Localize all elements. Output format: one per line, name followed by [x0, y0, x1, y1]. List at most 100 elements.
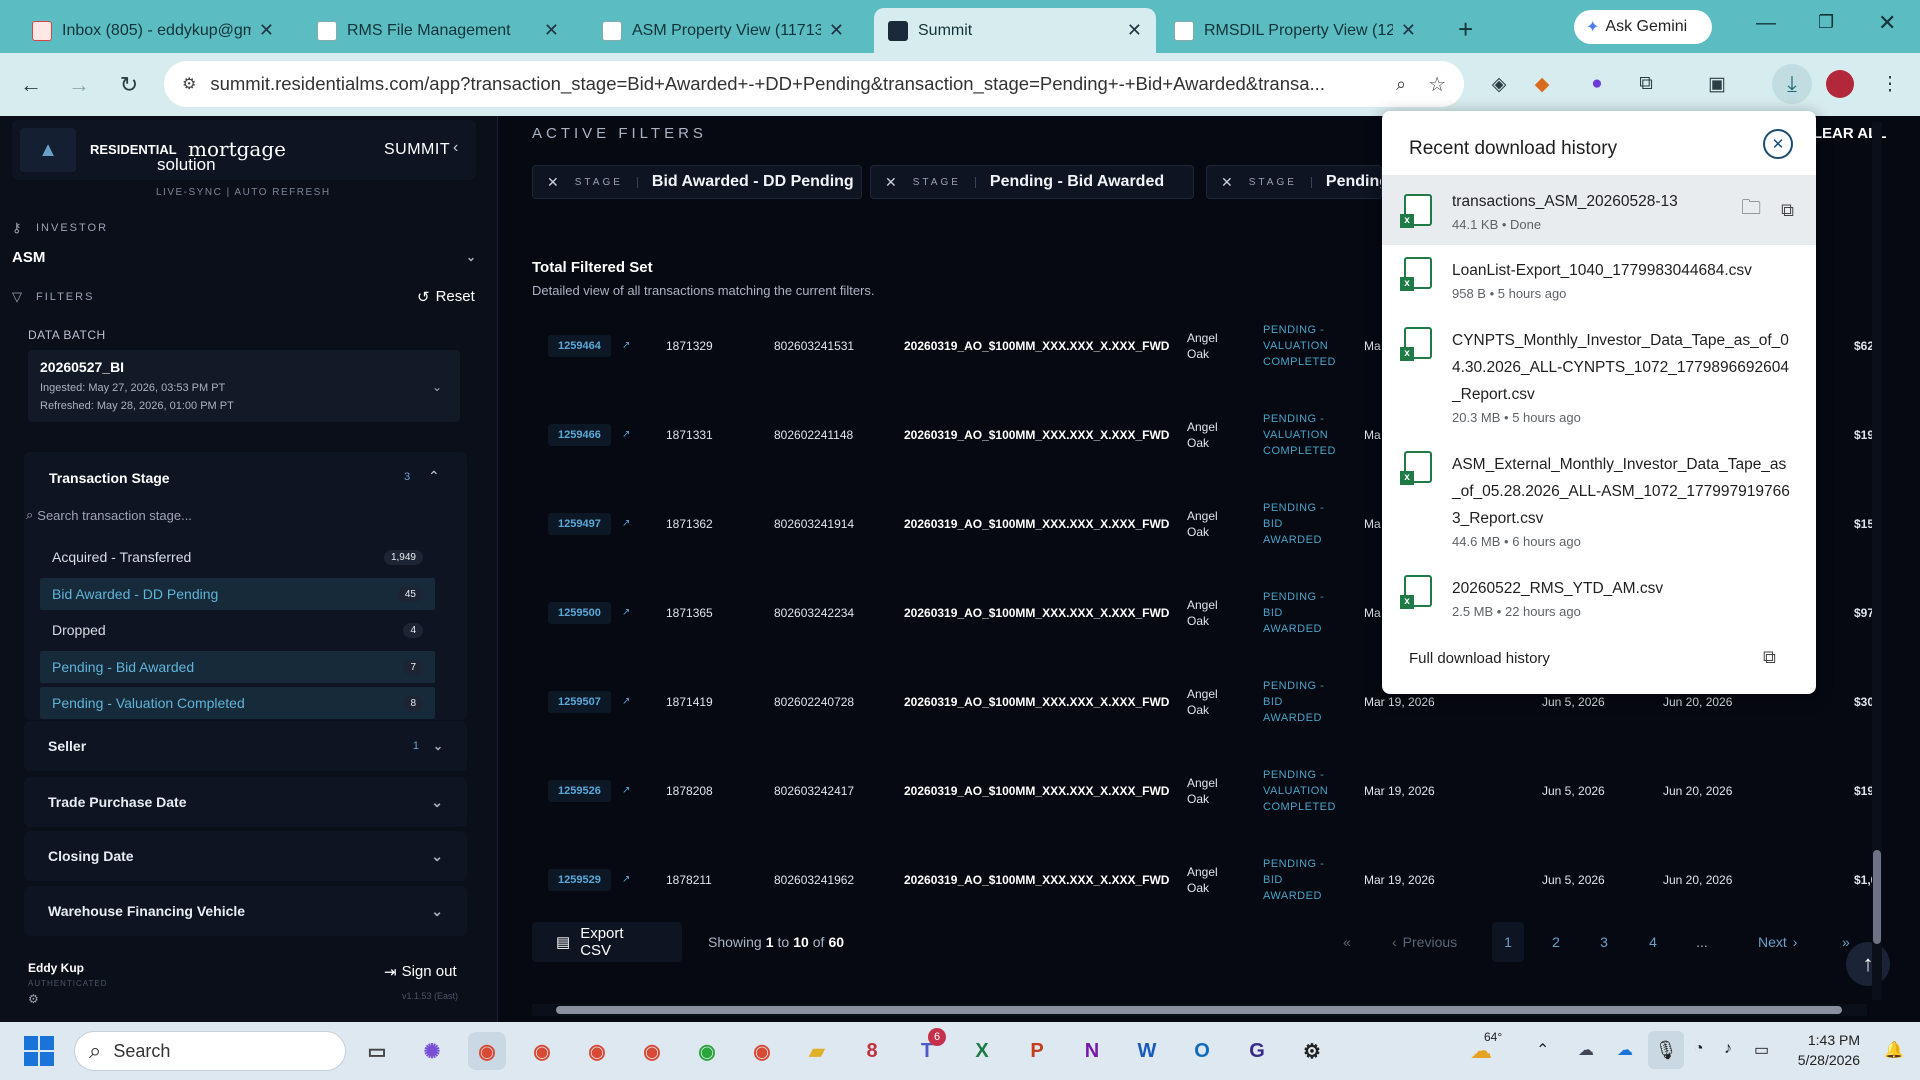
stage-item[interactable]: Dropped 4: [40, 614, 435, 646]
metamask-icon[interactable]: ◆: [1528, 70, 1556, 98]
close-icon[interactable]: ✕: [544, 20, 559, 41]
new-tab-icon[interactable]: +: [1458, 14, 1473, 45]
stage-item[interactable]: Acquired - Transferred 1,949: [40, 541, 435, 573]
wifi-icon[interactable]: ◔: [1694, 1040, 1704, 1058]
url-text[interactable]: summit.residentialms.com/app?transaction…: [210, 73, 1380, 95]
next-button[interactable]: Next ›: [1758, 934, 1797, 950]
download-item[interactable]: CYNPTS_Monthly_Investor_Data_Tape_as_of_…: [1382, 327, 1816, 441]
table-row[interactable]: 1259526 ↗ 1878208 802603242417 20260319_AO_$…: [532, 746, 1872, 835]
notifications-icon[interactable]: 🔔: [1884, 1040, 1904, 1060]
taskbar-search[interactable]: ⌕ Search: [74, 1031, 346, 1071]
filter-chip[interactable]: ✕ STAGE Bid Awarded - DD Pending: [532, 165, 862, 199]
cloud-icon[interactable]: ☁: [1578, 1040, 1594, 1060]
clock-time[interactable]: 1:43 PM: [1790, 1032, 1860, 1048]
external-link-icon[interactable]: ↗: [622, 518, 630, 529]
battery-icon[interactable]: ▭: [1754, 1040, 1769, 1060]
tab-gmail[interactable]: Inbox (805) - eddykup@gmail.com ✕: [18, 8, 288, 53]
chevron-up-icon[interactable]: ⌃: [1536, 1040, 1549, 1060]
previous-button[interactable]: ‹ Previous: [1392, 934, 1457, 950]
extensions-puzzle-icon[interactable]: ⧉: [1632, 70, 1660, 98]
trade-date-filter[interactable]: Trade Purchase Date ⌄: [24, 777, 467, 827]
close-icon[interactable]: ✕: [1127, 20, 1142, 41]
close-icon[interactable]: ✕: [1401, 20, 1416, 41]
page-button[interactable]: 2: [1540, 934, 1572, 950]
minimize-icon[interactable]: —: [1756, 12, 1776, 35]
stage-item[interactable]: Bid Awarded - DD Pending 45: [40, 578, 435, 610]
filter-chip[interactable]: ✕ STAGE Pending - Bid Awarded: [870, 165, 1194, 199]
open-external-icon[interactable]: ⧉: [1781, 200, 1794, 221]
download-item[interactable]: LoanList-Export_1040_1779983044684.csv 95…: [1382, 257, 1816, 317]
transaction-id-link[interactable]: 1259464: [548, 334, 611, 357]
download-item[interactable]: ASM_External_Monthly_Investor_Data_Tape_…: [1382, 451, 1816, 565]
extension-icon[interactable]: ●: [1583, 70, 1611, 98]
transaction-id-link[interactable]: 1259529: [548, 868, 611, 891]
tab-asm-property[interactable]: ASM Property View (1171329 ✕: [588, 8, 858, 53]
task-view-icon[interactable]: ▭: [358, 1032, 396, 1070]
table-row[interactable]: 1259529 ↗ 1878211 802603241962 20260319_AO_$…: [532, 835, 1872, 916]
chrome-icon[interactable]: ◉: [688, 1032, 726, 1070]
copilot-icon[interactable]: ✺: [413, 1032, 451, 1070]
site-info-icon[interactable]: ⚙: [182, 74, 196, 94]
external-link-icon[interactable]: ↗: [622, 785, 630, 796]
download-item[interactable]: 20260522_RMS_YTD_AM.csv 2.5 MB • 22 hours…: [1382, 575, 1816, 635]
word-icon[interactable]: W: [1128, 1032, 1166, 1070]
app-icon[interactable]: 8: [853, 1032, 891, 1070]
external-link-icon[interactable]: ↗: [622, 340, 630, 351]
export-csv-button[interactable]: ▤ Export CSV: [532, 922, 682, 962]
tab-search-icon[interactable]: ▣: [1703, 70, 1731, 98]
ask-gemini-button[interactable]: ✦ Ask Gemini: [1574, 10, 1712, 44]
onenote-icon[interactable]: N: [1073, 1032, 1111, 1070]
powerpoint-icon[interactable]: P: [1018, 1032, 1056, 1070]
horizontal-scroll-thumb[interactable]: [556, 1006, 1842, 1014]
scroll-top-button[interactable]: ↑: [1846, 942, 1890, 986]
close-window-icon[interactable]: ✕: [1878, 10, 1896, 36]
page-button[interactable]: 1: [1492, 922, 1524, 962]
bookmark-star-icon[interactable]: ☆: [1428, 72, 1446, 97]
file-explorer-icon[interactable]: ▰: [798, 1032, 836, 1070]
external-link-icon[interactable]: ↗: [622, 874, 630, 885]
chrome-icon[interactable]: ◉: [468, 1032, 506, 1070]
external-link-icon[interactable]: ↗: [622, 696, 630, 707]
open-external-icon[interactable]: ⧉: [1763, 647, 1776, 668]
transaction-id-link[interactable]: 1259526: [548, 779, 611, 802]
tab-rms-file[interactable]: RMS File Management ✕: [303, 8, 573, 53]
reset-button[interactable]: ↺ Reset: [417, 288, 475, 306]
chrome-icon[interactable]: ◉: [578, 1032, 616, 1070]
chrome-icon[interactable]: ◉: [743, 1032, 781, 1070]
stage-item[interactable]: Pending - Bid Awarded 7: [40, 651, 435, 683]
settings-icon[interactable]: ⚙: [1293, 1032, 1331, 1070]
menu-icon[interactable]: ⋮: [1876, 70, 1904, 98]
external-link-icon[interactable]: ↗: [622, 429, 630, 440]
back-icon[interactable]: ←: [14, 68, 48, 102]
vertical-scroll-thumb[interactable]: [1873, 850, 1881, 944]
remove-filter-icon[interactable]: ✕: [547, 174, 559, 191]
closing-date-filter[interactable]: Closing Date ⌄: [24, 831, 467, 881]
settings-icon[interactable]: ⚙: [28, 992, 39, 1006]
close-icon[interactable]: ✕: [829, 20, 844, 41]
first-page-icon[interactable]: «: [1343, 934, 1351, 950]
page-button[interactable]: 3: [1588, 934, 1620, 950]
chrome-icon[interactable]: ◉: [523, 1032, 561, 1070]
transaction-id-link[interactable]: 1259507: [548, 690, 611, 713]
restore-icon[interactable]: ❐: [1818, 12, 1834, 33]
tab-rmsdil-property[interactable]: RMSDIL Property View (1259 ✕: [1160, 8, 1430, 53]
seller-filter[interactable]: Seller 1 ⌄: [24, 721, 467, 771]
remove-filter-icon[interactable]: ✕: [1221, 174, 1233, 191]
sign-out-button[interactable]: ⇥ Sign out: [384, 963, 457, 981]
excel-icon[interactable]: X: [963, 1032, 1001, 1070]
warehouse-filter[interactable]: Warehouse Financing Vehicle ⌄: [24, 886, 467, 936]
onedrive-icon[interactable]: ☁: [1617, 1040, 1633, 1060]
extension-icon[interactable]: ◈: [1485, 70, 1513, 98]
outlook-icon[interactable]: O: [1183, 1032, 1221, 1070]
page-button[interactable]: 4: [1637, 934, 1669, 950]
microphone-icon[interactable]: 🎙: [1648, 1031, 1684, 1069]
transaction-id-link[interactable]: 1259466: [548, 423, 611, 446]
close-icon[interactable]: ✕: [1763, 129, 1793, 159]
stage-item[interactable]: Pending - Valuation Completed 8: [40, 687, 435, 719]
zoom-icon[interactable]: ⌕: [1396, 74, 1406, 95]
full-history-link[interactable]: Full download history: [1409, 650, 1550, 667]
app-icon[interactable]: G: [1238, 1032, 1276, 1070]
transaction-id-link[interactable]: 1259497: [548, 512, 611, 535]
collapse-sidebar-icon[interactable]: ‹: [453, 139, 458, 157]
external-link-icon[interactable]: ↗: [622, 607, 630, 618]
